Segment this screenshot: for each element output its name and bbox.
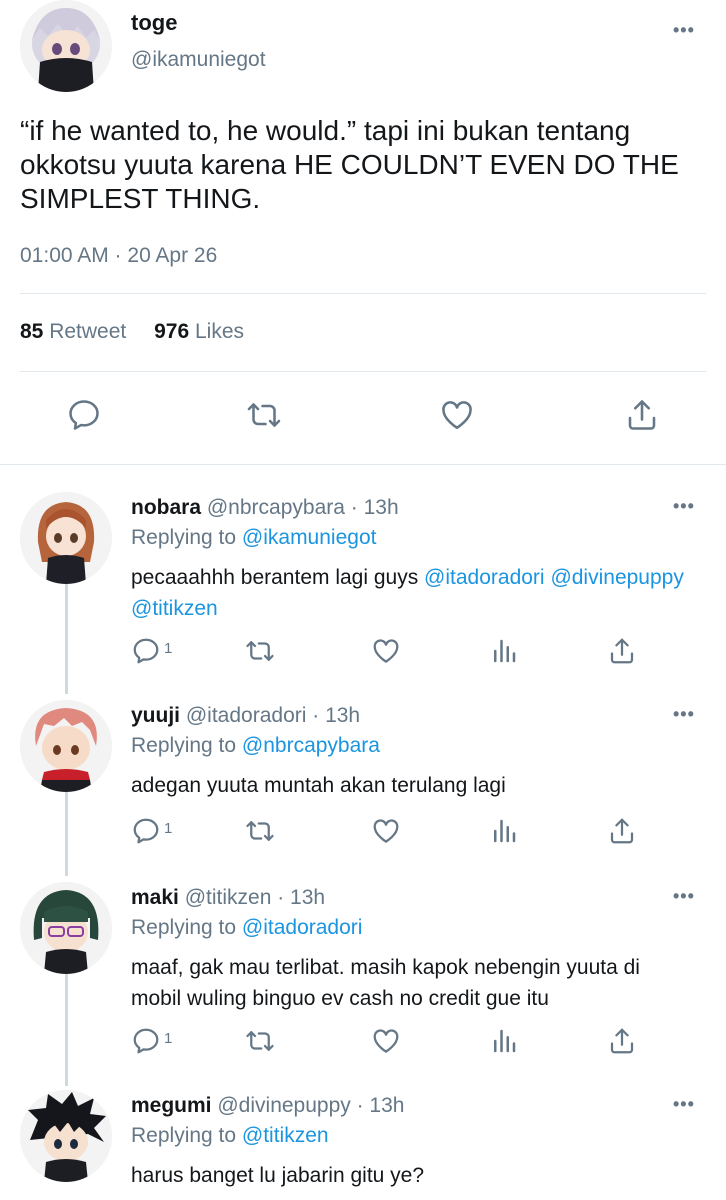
analytics-icon[interactable] <box>489 636 519 666</box>
retweet-count: 85 <box>20 320 44 343</box>
author-name[interactable]: toge <box>131 10 177 36</box>
mention-link[interactable]: @titikzen <box>242 1124 329 1147</box>
reply-icon[interactable]: 1 <box>131 636 172 666</box>
share-icon[interactable] <box>607 816 637 846</box>
reply-header: megumi @divinepuppy · 13h <box>131 1094 404 1118</box>
like-icon[interactable] <box>370 636 402 666</box>
author-handle[interactable]: @divinepuppy · 13h <box>217 1094 404 1117</box>
yuuji-avatar-icon <box>20 700 112 792</box>
reply-header: yuuji @itadoradori · 13h <box>131 704 360 728</box>
share-icon[interactable] <box>607 1026 637 1056</box>
replying-to: Replying to @titikzen <box>131 1124 329 1148</box>
reply-header: maki @titikzen · 13h <box>131 886 325 910</box>
tweet-timestamp[interactable]: 01:00 AM · 20 Apr 26 <box>20 244 217 268</box>
share-icon[interactable] <box>607 636 637 666</box>
avatar-megumi[interactable] <box>20 1090 112 1182</box>
text-segment: pecaaahhh berantem lagi guys <box>131 566 419 589</box>
avatar-maki[interactable] <box>20 882 112 974</box>
more-options-icon[interactable]: ••• <box>673 20 695 41</box>
replying-label: Replying to <box>131 734 237 757</box>
megumi-avatar-icon <box>20 1090 112 1182</box>
author-handle[interactable]: @ikamuniegot <box>131 48 266 72</box>
replying-label: Replying to <box>131 526 237 549</box>
reply-tweet: megumi @divinepuppy · 13h ••• Replying t… <box>0 1090 726 1200</box>
author-name[interactable]: maki <box>131 886 179 909</box>
analytics-icon[interactable] <box>489 1026 519 1056</box>
author-handle[interactable]: @itadoradori · 13h <box>186 704 360 727</box>
retweet-icon[interactable] <box>243 816 277 846</box>
likes-count: 976 <box>154 320 190 343</box>
tweet-text: harus banget lu jabarin gitu ye? <box>131 1164 425 1187</box>
mention-link[interactable]: @ikamuniegot <box>242 526 377 549</box>
tweet-actions: 1 <box>131 636 651 666</box>
divider <box>20 371 706 372</box>
reply-count: 1 <box>164 640 173 657</box>
analytics-icon[interactable] <box>489 816 519 846</box>
more-options-icon[interactable]: ••• <box>673 1094 695 1115</box>
reply-icon[interactable]: 1 <box>131 1026 172 1056</box>
like-icon[interactable] <box>370 1026 402 1056</box>
tweet-actions: 1 <box>131 1026 651 1056</box>
tweet-text: “if he wanted to, he would.” tapi ini bu… <box>20 115 679 214</box>
reply-tweet: yuuji @itadoradori · 13h ••• Replying to… <box>0 700 726 868</box>
more-options-icon[interactable]: ••• <box>673 704 695 725</box>
reply-tweet: nobara @nbrcapybara · 13h ••• Replying t… <box>0 492 726 684</box>
like-icon[interactable] <box>438 397 476 433</box>
mention-link[interactable]: @titikzen <box>131 597 218 620</box>
author-handle[interactable]: @titikzen · 13h <box>185 886 325 909</box>
likes-stat[interactable]: 976 Likes <box>154 320 244 343</box>
author-handle[interactable]: @nbrcapybara · 13h <box>207 496 399 519</box>
author-name[interactable]: megumi <box>131 1094 212 1117</box>
retweet-stat[interactable]: 85 Retweet <box>20 320 126 343</box>
reply-count: 1 <box>164 820 173 837</box>
retweet-icon[interactable] <box>244 397 284 433</box>
reply-count: 1 <box>164 1030 173 1047</box>
tweet-stats: 85 Retweet 976 Likes <box>20 320 266 344</box>
tweet-text: adegan yuuta muntah akan terulang lagi <box>131 774 506 797</box>
replying-label: Replying to <box>131 1124 237 1147</box>
reply-icon[interactable]: 1 <box>131 816 172 846</box>
tweet-actions: 1 <box>131 816 651 846</box>
reply-header: nobara @nbrcapybara · 13h <box>131 496 399 520</box>
replying-label: Replying to <box>131 916 237 939</box>
reply-tweet: maki @titikzen · 13h ••• Replying to @it… <box>0 882 726 1078</box>
divider <box>20 293 706 294</box>
mention-link[interactable]: @itadoradori <box>242 916 363 939</box>
more-options-icon[interactable]: ••• <box>673 496 695 517</box>
share-icon[interactable] <box>624 397 660 433</box>
avatar-nobara[interactable] <box>20 492 112 584</box>
retweet-icon[interactable] <box>243 1026 277 1056</box>
divider <box>0 464 726 465</box>
replying-to: Replying to @itadoradori <box>131 916 362 940</box>
mention-link[interactable]: @nbrcapybara <box>242 734 380 757</box>
avatar-toge[interactable] <box>20 0 112 92</box>
retweet-label: Retweet <box>49 320 127 343</box>
replying-to: Replying to @nbrcapybara <box>131 734 380 758</box>
nobara-avatar-icon <box>20 492 112 584</box>
author-name[interactable]: nobara <box>131 496 201 519</box>
maki-avatar-icon <box>20 882 112 974</box>
toge-avatar-icon <box>20 0 112 92</box>
retweet-icon[interactable] <box>243 636 277 666</box>
reply-icon[interactable] <box>66 397 102 433</box>
avatar-yuuji[interactable] <box>20 700 112 792</box>
mention-link[interactable]: @itadoradori <box>424 566 545 589</box>
like-icon[interactable] <box>370 816 402 846</box>
replying-to: Replying to @ikamuniegot <box>131 526 376 550</box>
tweet-actions <box>0 395 726 440</box>
author-name[interactable]: yuuji <box>131 704 180 727</box>
main-tweet: toge @ikamuniegot ••• “if he wanted to, … <box>0 0 726 464</box>
more-options-icon[interactable]: ••• <box>673 886 695 907</box>
likes-label: Likes <box>194 320 245 343</box>
tweet-text: maaf, gak mau terlibat. masih kapok nebe… <box>131 956 640 1010</box>
mention-link[interactable]: @divinepuppy <box>550 566 683 589</box>
tweet-text: pecaaahhh berantem lagi guys @itadorador… <box>131 562 691 624</box>
